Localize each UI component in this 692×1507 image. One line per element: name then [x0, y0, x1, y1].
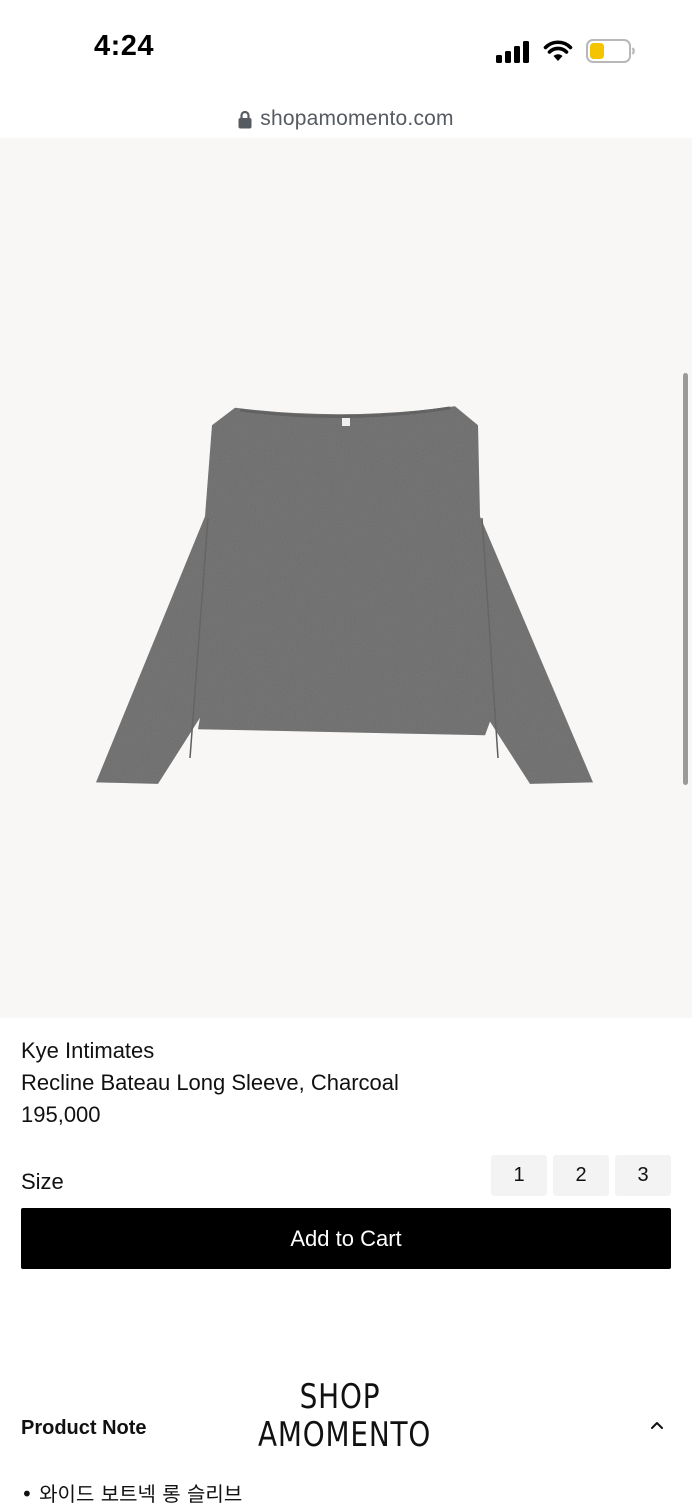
product-name: Recline Bateau Long Sleeve, Charcoal [21, 1070, 399, 1095]
product-price: 195,000 [21, 1102, 101, 1127]
size-option-1[interactable]: 1 [491, 1155, 547, 1196]
wifi-icon [543, 40, 573, 61]
logo-line-1: SHOP [299, 1377, 381, 1417]
size-label: Size [21, 1169, 64, 1194]
status-time: 4:24 [94, 30, 155, 62]
charcoal-long-sleeve-top-image [96, 406, 593, 784]
logo-line-2: AMOMENTO [258, 1415, 432, 1455]
url-text: shopamomento.com [260, 107, 454, 130]
chevron-up-icon[interactable] [648, 1418, 666, 1432]
cellular-signal-icon [496, 41, 529, 63]
shop-logo[interactable]: SHOP AMOMENTO [258, 1377, 432, 1455]
status-bar: 4:24 [0, 0, 692, 100]
size-selector: 1 2 3 [491, 1155, 671, 1196]
page-scrollbar[interactable] [683, 373, 688, 785]
product-image[interactable] [0, 138, 692, 1018]
lock-icon [238, 110, 252, 128]
add-to-cart-button[interactable]: Add to Cart [21, 1208, 671, 1269]
address-bar[interactable]: shopamomento.com [0, 100, 692, 138]
size-option-3[interactable]: 3 [615, 1155, 671, 1196]
battery-icon [586, 39, 635, 63]
size-option-2[interactable]: 2 [553, 1155, 609, 1196]
product-brand[interactable]: Kye Intimates [21, 1038, 154, 1064]
product-note-title[interactable]: Product Note [21, 1417, 147, 1440]
product-note-item: • 와이드 보트넥 롱 슬리브 [21, 1482, 243, 1506]
